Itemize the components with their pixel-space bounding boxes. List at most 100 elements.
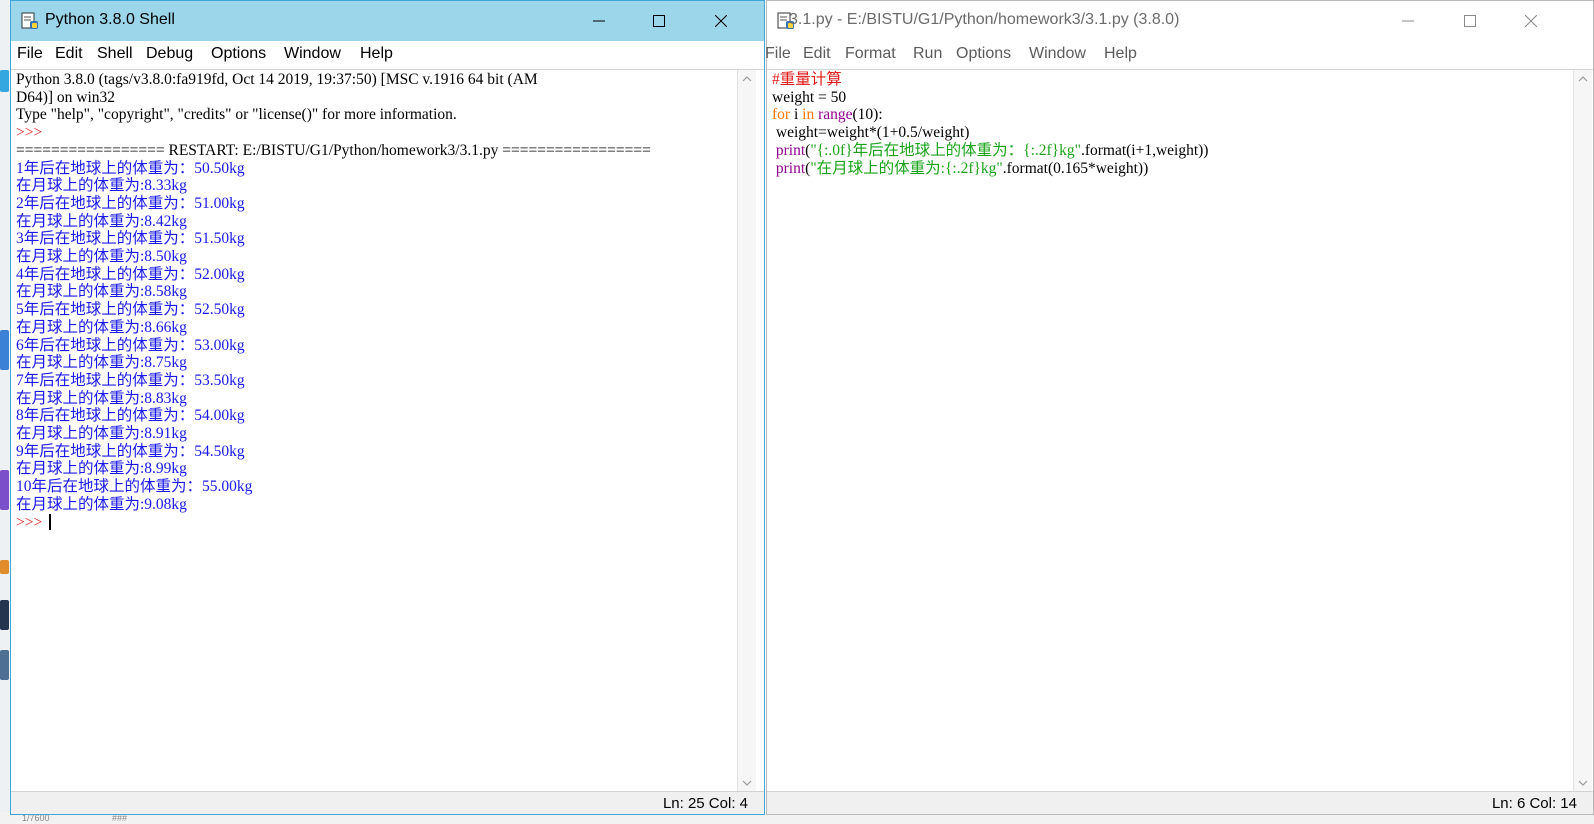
menu-options[interactable]: Options bbox=[211, 45, 266, 63]
window-title: Python 3.8.0 Shell bbox=[45, 11, 175, 28]
text-cursor bbox=[49, 513, 51, 530]
menu-window[interactable]: Window bbox=[1029, 45, 1086, 63]
cursor-position: Ln: 25 Col: 4 bbox=[662, 795, 748, 812]
shell-output-line: 7年后在地球上的体重为：53.50kg bbox=[16, 371, 245, 389]
maximize-button[interactable] bbox=[1439, 1, 1501, 41]
code-token: .format(0.165*weight)) bbox=[1002, 159, 1149, 177]
minimize-button[interactable] bbox=[1377, 1, 1439, 41]
menu-shell[interactable]: Shell bbox=[97, 45, 133, 63]
code-editor-area[interactable]: #重量计算 weight = 50 for i in range(10): weig… bbox=[767, 70, 1567, 792]
menu-run[interactable]: Run bbox=[913, 45, 942, 63]
shell-prompt: >>> bbox=[16, 513, 47, 531]
shell-output-line: 在月球上的体重为:8.91kg bbox=[16, 425, 187, 442]
shell-output-line: Python 3.8.0 (tags/v3.8.0:fa919fd, Oct 1… bbox=[16, 71, 538, 88]
desktop-icon-fragment bbox=[0, 600, 9, 630]
close-icon bbox=[1525, 15, 1537, 27]
minimize-button[interactable] bbox=[568, 1, 630, 41]
editor-menubar: File Edit Format Run Options Window Help bbox=[765, 41, 1593, 70]
shell-output-line: 1年后在地球上的体重为：50.50kg bbox=[16, 159, 245, 177]
shell-output-line: 10年后在地球上的体重为：55.00kg bbox=[16, 478, 253, 496]
code-token: .format(i+1,weight)) bbox=[1080, 141, 1209, 159]
editor-titlebar[interactable]: 3.1.py - E:/BISTU/G1/Python/homework3/3.… bbox=[767, 1, 1593, 41]
cursor-position: Ln: 6 Col: 14 bbox=[1491, 795, 1577, 812]
menu-help[interactable]: Help bbox=[360, 45, 393, 63]
code-token: "在月球上的体重为:{:.2f}kg" bbox=[810, 159, 1003, 177]
code-token: "{:.0f}年后在地球上的体重为：{:.2f}kg" bbox=[810, 141, 1081, 159]
code-token: #重量计算 bbox=[772, 71, 842, 88]
shell-output-line: 在月球上的体重为:8.99kg bbox=[16, 460, 187, 478]
shell-output-line: 8年后在地球上的体重为：54.00kg bbox=[16, 407, 245, 425]
desktop-icon-fragment bbox=[0, 650, 9, 680]
shell-output-line: 在月球上的体重为:8.58kg bbox=[16, 283, 187, 301]
shell-output-line: 在月球上的体重为:8.50kg bbox=[16, 248, 187, 265]
minimize-icon bbox=[593, 20, 605, 22]
editor-statusbar: Ln: 6 Col: 14 bbox=[767, 791, 1593, 814]
scroll-down-icon[interactable] bbox=[742, 778, 752, 788]
code-token: weight=weight*(1+0.5/weight) bbox=[772, 124, 970, 142]
shell-output-line: 在月球上的体重为:8.33kg bbox=[16, 177, 187, 195]
scroll-up-icon[interactable] bbox=[1578, 74, 1588, 84]
shell-window: Python 3.8.0 Shell File Edit Shell Debug… bbox=[10, 0, 765, 815]
desktop-icon-fragment bbox=[0, 330, 9, 370]
menu-window[interactable]: Window bbox=[284, 45, 341, 63]
code-token: print bbox=[775, 141, 806, 159]
code-token: i bbox=[790, 106, 803, 124]
code-line: weight=weight*(1+0.5/weight) bbox=[772, 124, 970, 142]
shell-output-line: 在月球上的体重为:8.66kg bbox=[16, 318, 187, 336]
code-token: for bbox=[772, 106, 791, 124]
editor-vertical-scrollbar[interactable] bbox=[1573, 70, 1592, 792]
shell-output-line: >>> bbox=[16, 124, 47, 142]
shell-output-line: 3年后在地球上的体重为：51.50kg bbox=[16, 230, 245, 248]
shell-output-line: 6年后在地球上的体重为：53.00kg bbox=[16, 336, 245, 354]
close-button[interactable] bbox=[1500, 1, 1562, 41]
window-title: 3.1.py - E:/BISTU/G1/Python/homework3/3.… bbox=[789, 11, 1180, 28]
menu-format[interactable]: Format bbox=[845, 45, 896, 63]
shell-output-line: 在月球上的体重为:8.75kg bbox=[16, 354, 187, 372]
shell-output-line: 9年后在地球上的体重为：54.50kg bbox=[16, 442, 245, 460]
shell-output-line: ================= RESTART: E:/BISTU/G1/P… bbox=[16, 141, 651, 159]
menu-options[interactable]: Options bbox=[956, 45, 1011, 63]
shell-output-line: D64)] on win32 bbox=[16, 88, 116, 106]
maximize-icon bbox=[653, 15, 665, 27]
shell-output-line: 在月球上的体重为:8.83kg bbox=[16, 389, 187, 407]
code-line: print("{:.0f}年后在地球上的体重为：{:.2f}kg".format… bbox=[772, 141, 1209, 160]
code-token: (10): bbox=[852, 106, 883, 124]
menu-file[interactable]: File bbox=[17, 45, 43, 63]
code-token: range bbox=[818, 106, 853, 124]
menu-file[interactable]: File bbox=[765, 45, 791, 63]
maximize-icon bbox=[1464, 15, 1476, 27]
menu-help[interactable]: Help bbox=[1104, 45, 1137, 63]
shell-output-line: 5年后在地球上的体重为：52.50kg bbox=[16, 301, 245, 319]
idle-app-icon bbox=[21, 12, 38, 29]
desktop-icon-fragment bbox=[0, 470, 9, 510]
desktop-background bbox=[0, 0, 10, 824]
scroll-down-icon[interactable] bbox=[1578, 778, 1588, 788]
scroll-up-icon[interactable] bbox=[742, 74, 752, 84]
shell-output-line: 在月球上的体重为:9.08kg bbox=[16, 495, 187, 513]
shell-prompt-line[interactable]: >>> bbox=[16, 513, 51, 532]
minimize-icon bbox=[1402, 20, 1414, 22]
menu-edit[interactable]: Edit bbox=[803, 45, 831, 63]
shell-output-line: 2年后在地球上的体重为：51.00kg bbox=[16, 194, 245, 212]
code-line: #重量计算 bbox=[772, 71, 842, 89]
shell-output-line: Type "help", "copyright", "credits" or "… bbox=[16, 106, 457, 124]
editor-window: 3.1.py - E:/BISTU/G1/Python/homework3/3.… bbox=[765, 0, 1594, 815]
shell-output-line: 在月球上的体重为:8.42kg bbox=[16, 212, 187, 230]
desktop-icon-fragment bbox=[0, 70, 9, 92]
code-token: weight = 50 bbox=[772, 88, 847, 106]
close-button[interactable] bbox=[690, 1, 752, 41]
shell-vertical-scrollbar[interactable] bbox=[737, 70, 756, 792]
code-line: weight = 50 bbox=[772, 89, 846, 107]
maximize-button[interactable] bbox=[628, 1, 690, 41]
desktop-icon-fragment bbox=[0, 560, 9, 574]
menu-edit[interactable]: Edit bbox=[55, 45, 83, 63]
code-token: in bbox=[802, 106, 815, 124]
shell-menubar: File Edit Shell Debug Options Window Hel… bbox=[11, 41, 764, 70]
shell-statusbar: Ln: 25 Col: 4 bbox=[11, 791, 764, 814]
code-token: print bbox=[775, 159, 806, 177]
close-icon bbox=[715, 15, 727, 27]
shell-titlebar[interactable]: Python 3.8.0 Shell bbox=[11, 1, 764, 41]
menu-debug[interactable]: Debug bbox=[146, 45, 193, 63]
code-line: for i in range(10): bbox=[772, 106, 883, 124]
shell-output-area[interactable]: Python 3.8.0 (tags/v3.8.0:fa919fd, Oct 1… bbox=[11, 70, 735, 792]
